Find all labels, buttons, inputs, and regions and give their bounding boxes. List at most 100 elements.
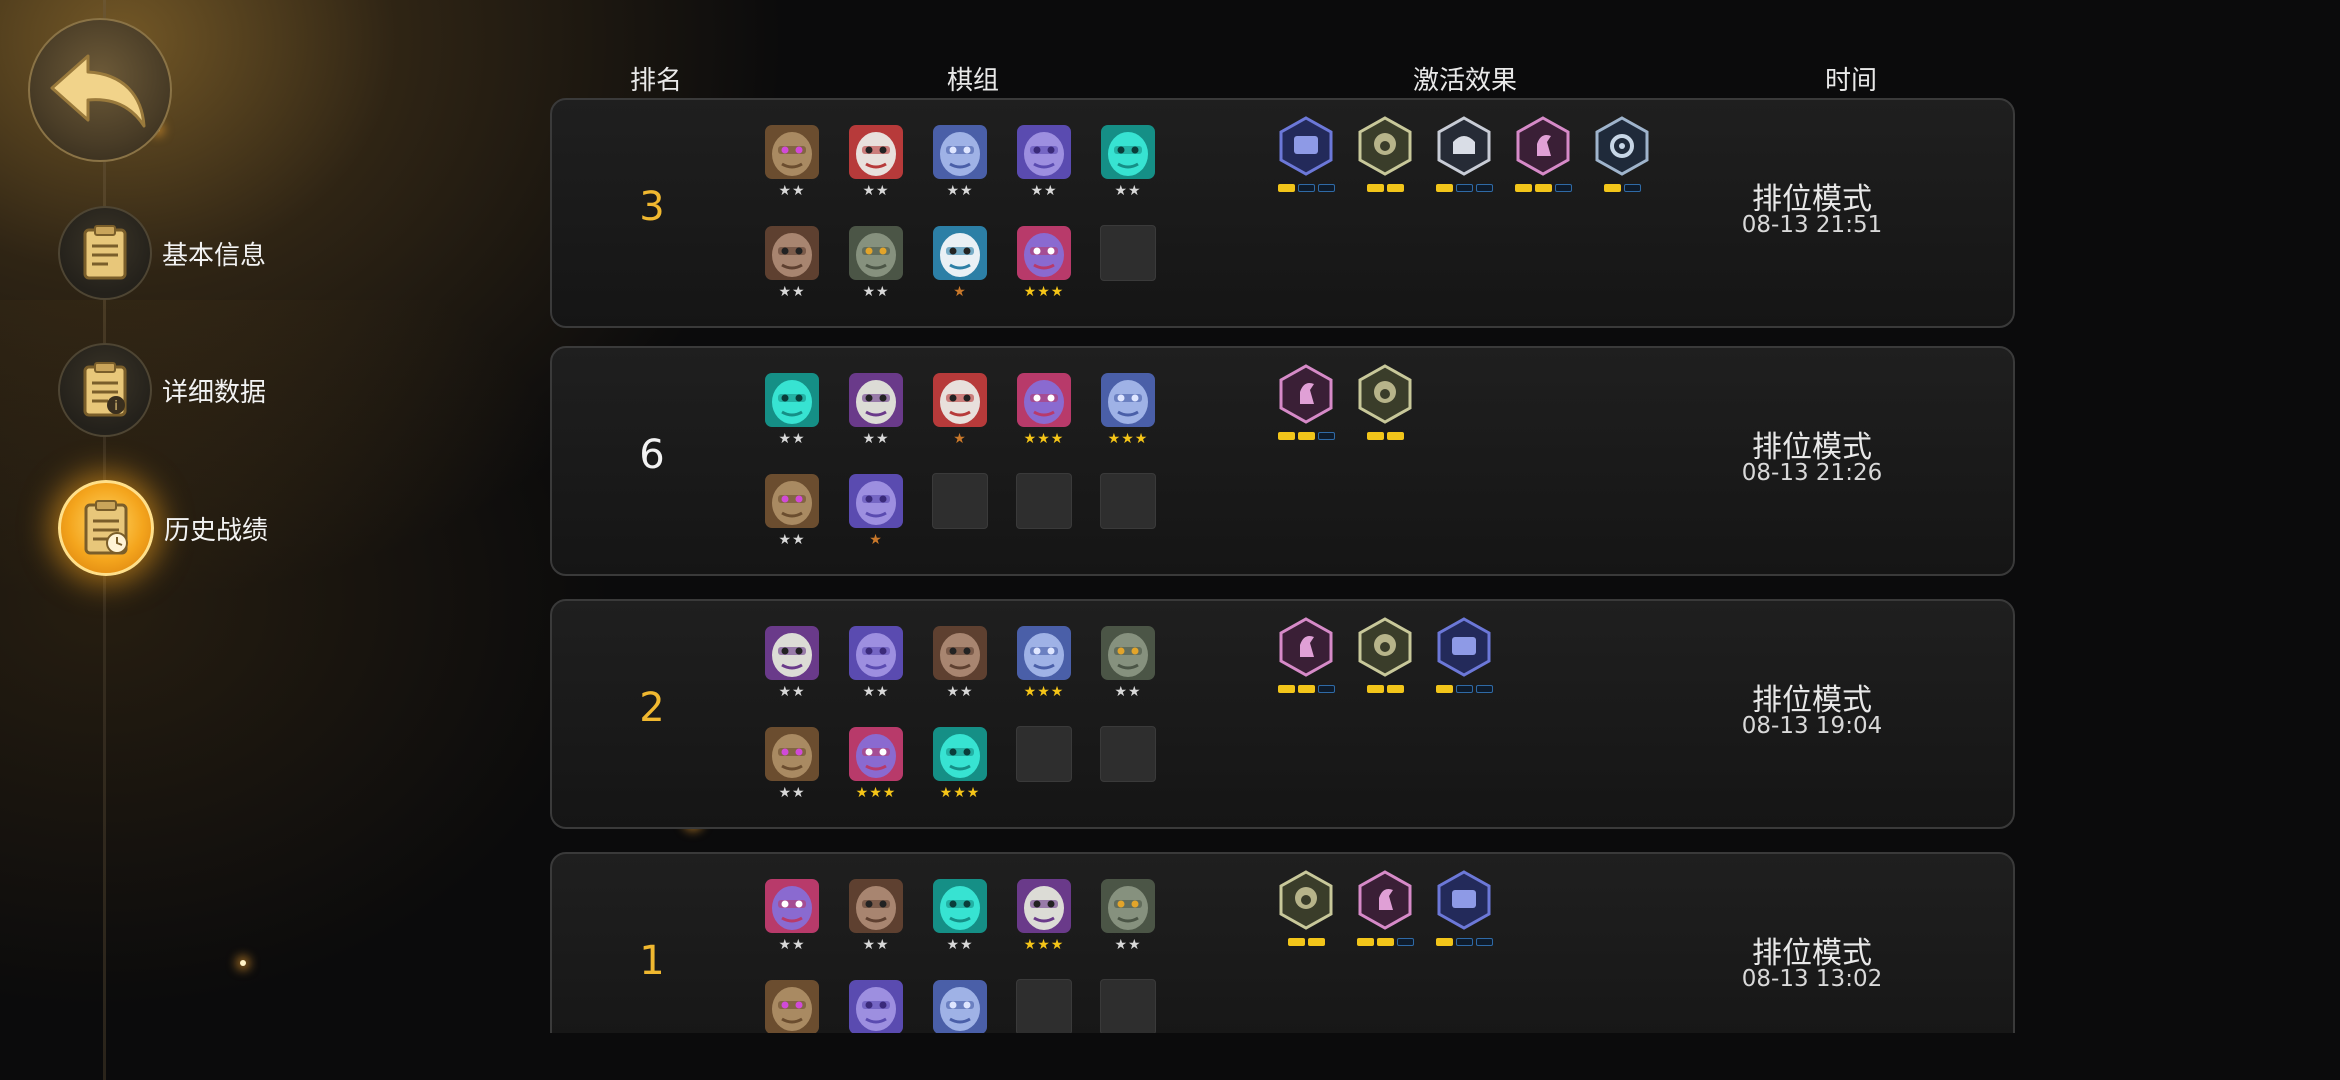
effect-level-bar xyxy=(1455,938,1473,946)
effect-level-bar xyxy=(1297,184,1315,192)
nav-item-0[interactable]: 基本信息 xyxy=(58,206,266,300)
empty-slot xyxy=(1100,979,1156,1033)
match-card[interactable]: 6 ★★ ★★ ★ ★★★ ★★★ ★★ ★ 排位模式 08-13 21:26 xyxy=(550,346,2015,576)
wood-golem-piece[interactable]: ★★ xyxy=(764,473,820,551)
stone-golem-piece[interactable]: ★ xyxy=(848,473,904,551)
nav-label: 详细数据 xyxy=(162,377,267,408)
effect-level-bars xyxy=(1276,184,1336,192)
elder-piece[interactable]: ★★★ xyxy=(1016,878,1072,956)
stone-golem-piece[interactable]: ★★ xyxy=(848,625,904,703)
tank-piece-icon xyxy=(848,225,904,281)
wood-golem-piece-icon xyxy=(764,473,820,529)
bat-piece[interactable]: ★★★ xyxy=(1016,225,1072,303)
match-card[interactable]: 2 ★★ ★★ ★★ ★★★ ★★ ★★ ★★★ ★★★ 排位模式 08-13 … xyxy=(550,599,2015,829)
knight-piece[interactable]: ★★★ xyxy=(1100,372,1156,450)
star-rating: ★★ xyxy=(946,937,974,953)
effect-level-bars xyxy=(1276,432,1336,440)
frost-piece[interactable]: ★★ xyxy=(932,878,988,956)
frost-piece-icon xyxy=(932,878,988,934)
ogre-piece[interactable]: ★★ xyxy=(932,625,988,703)
bat-piece[interactable]: ★★ xyxy=(764,878,820,956)
star-rating: ★★★ xyxy=(1023,684,1065,700)
pink-trait-icon[interactable] xyxy=(1276,617,1336,703)
stone-golem-piece-icon xyxy=(848,625,904,681)
olive-trait-icon[interactable] xyxy=(1355,364,1415,450)
knight-piece[interactable] xyxy=(932,979,988,1033)
effect-level-bar xyxy=(1475,685,1493,693)
olive-trait-icon[interactable] xyxy=(1355,116,1415,202)
pink-trait-icon[interactable] xyxy=(1513,116,1573,202)
knight-piece[interactable]: ★★ xyxy=(932,124,988,202)
effect-level-bar xyxy=(1435,685,1453,693)
match-card[interactable]: 3 ★★ ★★ ★★ ★★ ★★ ★★ ★★ ★ ★★★ 排位模式 08-13 … xyxy=(550,98,2015,328)
ogre-piece[interactable]: ★★ xyxy=(848,878,904,956)
effect-level-bar xyxy=(1287,938,1305,946)
match-date: 08-13 21:51 xyxy=(1741,212,1883,238)
rank-value: 6 xyxy=(639,432,665,478)
effect-level-bars xyxy=(1434,685,1494,693)
header-time: 时间 xyxy=(1825,66,1878,96)
star-rating: ★★ xyxy=(946,684,974,700)
tank-piece[interactable]: ★★ xyxy=(1100,625,1156,703)
star-rating: ★ xyxy=(869,532,883,548)
nav-item-1[interactable]: i 详细数据 xyxy=(58,343,266,437)
wood-golem-piece[interactable]: ★★ xyxy=(764,124,820,202)
match-history-list[interactable]: 3 ★★ ★★ ★★ ★★ ★★ ★★ ★★ ★ ★★★ 排位模式 08-13 … xyxy=(550,98,2015,1033)
star-rating: ★★ xyxy=(862,284,890,300)
yeti-piece[interactable]: ★★ xyxy=(848,124,904,202)
gear-trait-icon[interactable] xyxy=(1592,116,1652,202)
tank-piece[interactable]: ★★ xyxy=(1100,878,1156,956)
star-rating: ★★★ xyxy=(1023,284,1065,300)
empty-slot xyxy=(1016,473,1072,551)
effect-level-bars xyxy=(1355,938,1415,946)
knight-piece[interactable]: ★★★ xyxy=(1016,625,1072,703)
empty-slot xyxy=(1016,979,1072,1033)
bat-piece-icon xyxy=(1016,225,1072,281)
effect-level-bar xyxy=(1366,432,1384,440)
yeti-piece[interactable]: ★ xyxy=(932,372,988,450)
effect-level-bar xyxy=(1297,685,1315,693)
back-button[interactable] xyxy=(28,18,172,162)
bat-piece[interactable]: ★★★ xyxy=(848,726,904,804)
pink-trait-icon[interactable] xyxy=(1276,364,1336,450)
effect-level-bar xyxy=(1603,184,1621,192)
tank-piece[interactable]: ★★ xyxy=(848,225,904,303)
ice-mage-piece[interactable]: ★ xyxy=(932,225,988,303)
star-rating: ★★ xyxy=(862,431,890,447)
match-card[interactable]: 1 ★★ ★★ ★★ ★★★ ★★ 排位模式 08-13 13:02 xyxy=(550,852,2015,1033)
frost-piece[interactable]: ★★ xyxy=(1100,124,1156,202)
empty-slot xyxy=(1100,225,1156,303)
empty-slot-box xyxy=(1100,979,1156,1033)
navy-trait-icon[interactable] xyxy=(1434,617,1494,703)
tank-piece-icon xyxy=(1100,625,1156,681)
pink-trait-icon[interactable] xyxy=(1355,870,1415,956)
header-effects: 激活效果 xyxy=(1413,66,1518,96)
effect-level-bar xyxy=(1435,938,1453,946)
wood-golem-piece[interactable]: ★★ xyxy=(764,726,820,804)
bat-piece[interactable]: ★★★ xyxy=(1016,372,1072,450)
frost-piece[interactable]: ★★ xyxy=(764,372,820,450)
ogre-piece[interactable]: ★★ xyxy=(764,225,820,303)
frost-piece[interactable]: ★★★ xyxy=(932,726,988,804)
wood-golem-piece-icon xyxy=(764,979,820,1033)
rank-value: 3 xyxy=(639,184,665,230)
steel-trait-icon[interactable] xyxy=(1434,116,1494,202)
olive-trait-icon[interactable] xyxy=(1276,870,1336,956)
stone-golem-piece[interactable] xyxy=(848,979,904,1033)
wood-golem-piece[interactable] xyxy=(764,979,820,1033)
olive-trait-icon[interactable] xyxy=(1355,617,1415,703)
frost-piece-icon xyxy=(764,372,820,428)
elder-piece[interactable]: ★★ xyxy=(848,372,904,450)
navy-trait-icon[interactable] xyxy=(1276,116,1336,202)
effect-level-bar xyxy=(1307,938,1325,946)
empty-slot xyxy=(932,473,988,551)
effect-level-bar xyxy=(1317,685,1335,693)
elder-piece[interactable]: ★★ xyxy=(764,625,820,703)
nav-item-2[interactable]: 历史战绩 xyxy=(58,480,268,576)
effect-level-bars xyxy=(1355,184,1415,192)
effect-level-bar xyxy=(1317,432,1335,440)
navy-trait-icon[interactable] xyxy=(1434,870,1494,956)
knight-piece-icon xyxy=(932,124,988,180)
stone-golem-piece[interactable]: ★★ xyxy=(1016,124,1072,202)
star-rating: ★★ xyxy=(1030,183,1058,199)
